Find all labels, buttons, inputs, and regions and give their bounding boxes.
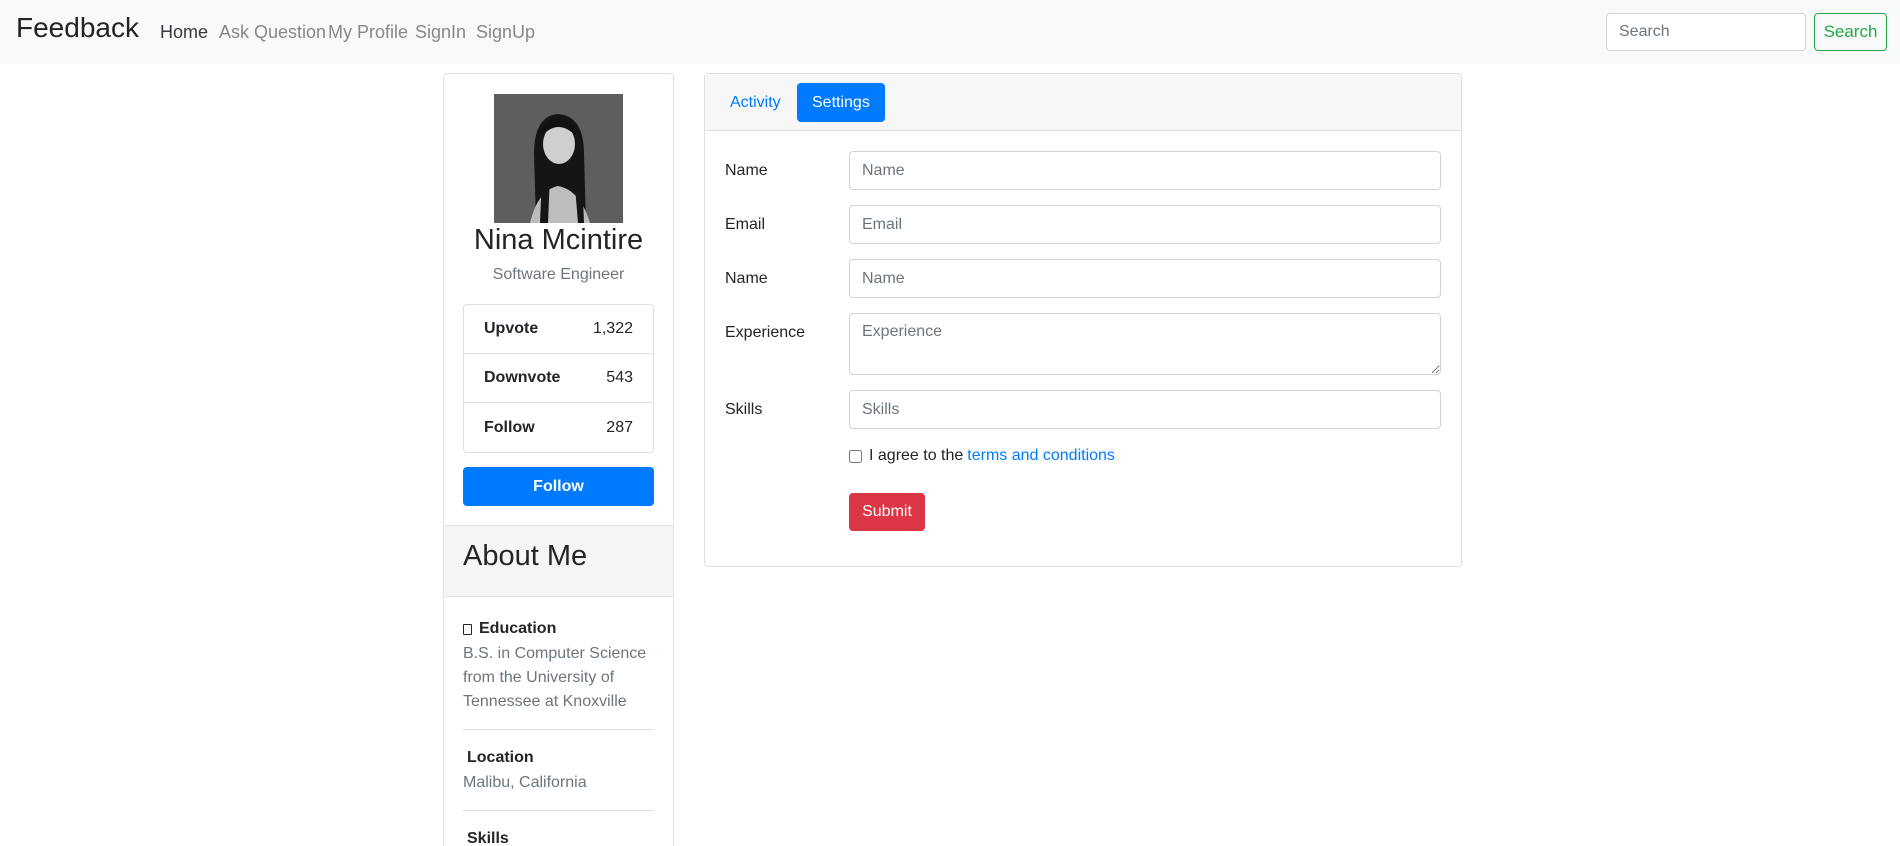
divider (463, 810, 654, 811)
stat-value: 287 (606, 418, 633, 436)
about-card: About Me Education B.S. in Computer Scie… (443, 525, 674, 846)
about-skills: Skills (463, 830, 654, 846)
stat-downvote: Downvote 543 (464, 354, 653, 403)
tab-settings[interactable]: Settings (797, 83, 885, 122)
education-title: Education (479, 620, 557, 637)
settings-card: Activity Settings Name Email Name Experi… (704, 73, 1462, 567)
agree-text: I agree to the (869, 447, 964, 464)
profile-card: Nina Mcintire Software Engineer Upvote 1… (443, 73, 674, 533)
stat-value: 543 (606, 369, 633, 386)
stat-label: Downvote (484, 369, 561, 386)
search-input[interactable] (1606, 13, 1806, 51)
stat-follow: Follow 287 (464, 403, 653, 452)
navbar-brand[interactable]: Feedback (16, 12, 139, 44)
education-icon (463, 623, 472, 635)
skills-field[interactable] (849, 390, 1441, 429)
follow-button[interactable]: Follow (463, 467, 654, 506)
location-title: Location (467, 749, 534, 766)
terms-link[interactable]: terms and conditions (967, 447, 1115, 465)
education-text: B.S. in Computer Science from the Univer… (463, 645, 647, 710)
avatar-photo (494, 94, 623, 223)
name-field-2[interactable] (849, 259, 1441, 298)
skills-title: Skills (467, 830, 509, 846)
terms-agreement: I agree to the terms and conditions (849, 447, 1115, 465)
nav-link-signin[interactable]: SignIn (415, 22, 466, 43)
stat-value: 1,322 (592, 320, 633, 337)
divider (463, 729, 654, 730)
email-field[interactable] (849, 205, 1441, 244)
skills-label: Skills (725, 401, 763, 418)
location-text: Malibu, California (463, 774, 587, 791)
nav-link-my-profile[interactable]: My Profile (328, 22, 408, 43)
nav-link-signup[interactable]: SignUp (476, 22, 535, 43)
terms-checkbox[interactable] (849, 449, 862, 463)
submit-button[interactable]: Submit (849, 493, 925, 531)
navbar: Feedback Home Ask Question My Profile Si… (0, 0, 1900, 64)
avatar (494, 94, 623, 223)
search-button[interactable]: Search (1814, 13, 1887, 51)
tabs-header: Activity Settings (705, 74, 1461, 131)
profile-stats-list: Upvote 1,322 Downvote 543 Follow 287 (463, 304, 654, 453)
tab-activity[interactable]: Activity (715, 83, 796, 122)
profile-role: Software Engineer (492, 266, 625, 283)
stat-upvote: Upvote 1,322 (464, 305, 653, 354)
name-label: Name (725, 162, 768, 179)
profile-name: Nina Mcintire (473, 224, 644, 256)
nav-link-ask-question[interactable]: Ask Question (219, 22, 326, 43)
stat-label: Follow (484, 418, 535, 436)
experience-field[interactable] (849, 313, 1441, 375)
name-field[interactable] (849, 151, 1441, 190)
about-location: Location Malibu, California (463, 749, 654, 795)
about-education: Education B.S. in Computer Science from … (463, 620, 654, 714)
email-label: Email (725, 216, 766, 233)
experience-label: Experience (725, 324, 806, 341)
nav-link-home[interactable]: Home (160, 22, 208, 43)
about-title: About Me (444, 526, 673, 597)
stat-label: Upvote (484, 320, 539, 337)
name-label-2: Name (725, 270, 768, 287)
